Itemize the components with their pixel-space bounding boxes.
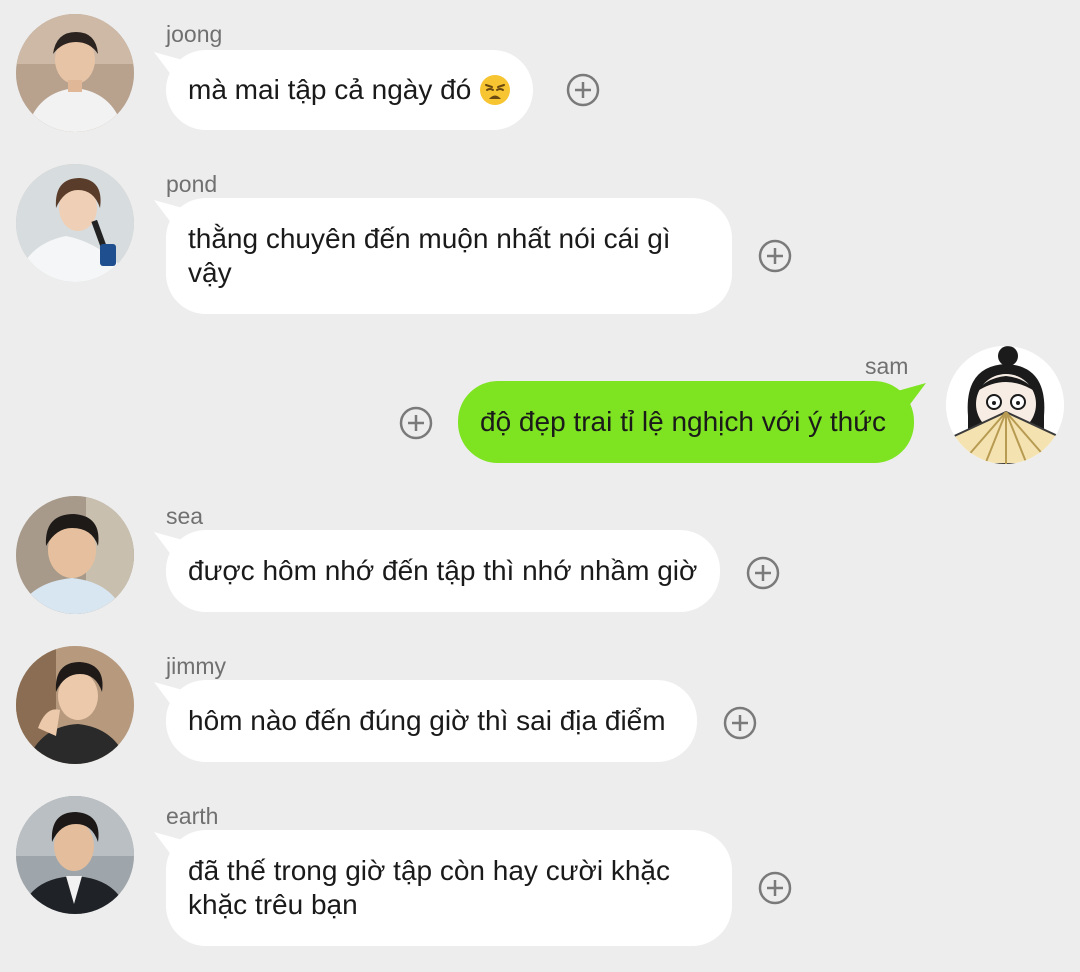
cartoon-girl-fan-avatar[interactable]	[946, 346, 1064, 464]
message-text: độ đẹp trai tỉ lệ nghịch với ý thức	[480, 406, 886, 437]
message-text: đã thế trong giờ tập còn hay cười khặc k…	[188, 855, 670, 920]
message-text: hôm nào đến đúng giờ thì sai địa điểm	[188, 705, 666, 736]
earth-avatar[interactable]	[16, 796, 134, 914]
pond-avatar[interactable]	[16, 164, 134, 282]
message-bubble[interactable]: hôm nào đến đúng giờ thì sai địa điểm	[166, 680, 697, 762]
joong-avatar[interactable]	[16, 14, 134, 132]
sender-name: sea	[166, 503, 204, 529]
sender-name: pond	[166, 171, 218, 197]
message-bubble[interactable]: độ đẹp trai tỉ lệ nghịch với ý thức	[458, 381, 914, 463]
message-bubble[interactable]: được hôm nhớ đến tập thì nhớ nhầm giờ	[166, 530, 720, 612]
sender-name: joong	[166, 21, 223, 47]
message-bubble[interactable]: đã thế trong giờ tập còn hay cười khặc k…	[166, 830, 732, 946]
sea-avatar[interactable]	[16, 496, 134, 614]
add-reaction-icon[interactable]	[746, 556, 780, 590]
message-bubble[interactable]: mà mai tập cả ngày đó	[166, 50, 534, 130]
weary-face-emoji	[479, 74, 511, 106]
message-text: được hôm nhớ đến tập thì nhớ nhầm giờ	[188, 555, 698, 586]
add-reaction-icon[interactable]	[723, 706, 757, 740]
sender-name: earth	[166, 803, 219, 829]
sender-name: jimmy	[166, 653, 227, 679]
add-reaction-icon[interactable]	[758, 239, 792, 273]
message-text: mà mai tập cả ngày đó	[188, 74, 472, 105]
add-reaction-icon[interactable]	[566, 73, 600, 107]
add-reaction-icon[interactable]	[399, 406, 433, 440]
message-text: thằng chuyên đến muộn nhất nói cái gì vậ…	[188, 223, 671, 288]
sender-name: sam	[865, 353, 909, 379]
add-reaction-icon[interactable]	[758, 871, 792, 905]
jimmy-avatar[interactable]	[16, 646, 134, 764]
message-bubble[interactable]: thằng chuyên đến muộn nhất nói cái gì vậ…	[166, 198, 732, 314]
